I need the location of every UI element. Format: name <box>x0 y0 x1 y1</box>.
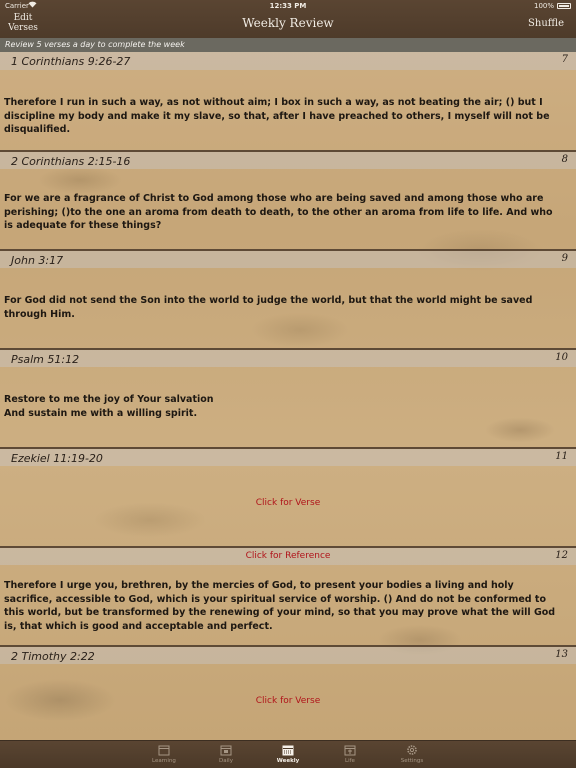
verse-card[interactable]: Psalm 51:12 10 Restore to me the joy of … <box>0 349 576 448</box>
tab-label: Learning <box>152 758 176 764</box>
verse-number: 9 <box>561 253 568 264</box>
verse-number: 10 <box>555 352 568 363</box>
verse-number: 7 <box>561 54 568 65</box>
verse-reference: Psalm 51:12 <box>11 353 80 366</box>
tab-learning[interactable]: Learning <box>144 744 184 764</box>
tab-label: Settings <box>400 758 424 764</box>
gear-icon <box>407 745 417 755</box>
verse-text: For we are a fragrance of Christ to God … <box>4 193 553 231</box>
verse-reference: John 3:17 <box>11 254 64 267</box>
click-for-verse-button[interactable]: Click for Verse <box>0 696 576 706</box>
shuffle-button[interactable]: Shuffle <box>528 18 564 29</box>
calendar-week-icon <box>282 745 294 756</box>
verse-number: 11 <box>555 451 568 462</box>
tab-weekly[interactable]: Weekly <box>268 744 308 764</box>
navigation-bar: Carrier 12:33 PM 100% Edit Verses Weekly… <box>0 0 576 38</box>
page-title: Weekly Review <box>242 16 334 30</box>
verse-reference: 1 Corinthians 9:26-27 <box>11 55 131 68</box>
battery-percent: 100% <box>533 2 554 10</box>
verse-reference: 2 Corinthians 2:15-16 <box>11 155 131 168</box>
click-for-verse-button[interactable]: Click for Verse <box>0 498 576 508</box>
app-window: Carrier 12:33 PM 100% Edit Verses Weekly… <box>0 0 576 768</box>
tab-daily[interactable]: Daily <box>206 744 246 764</box>
battery-icon <box>557 3 571 9</box>
calendar-icon <box>158 745 170 756</box>
tab-label: Daily <box>219 758 233 764</box>
tab-settings[interactable]: Settings <box>392 744 432 764</box>
verse-card-header: Ezekiel 11:19-20 11 <box>0 448 576 466</box>
verse-text: For God did not send the Son into the wo… <box>4 295 533 320</box>
status-time: 12:33 PM <box>269 2 307 10</box>
calendar-day-icon <box>220 745 232 756</box>
tab-bar: Learning Daily Weekly Life Settings <box>0 740 576 768</box>
verse-number: 8 <box>561 154 568 165</box>
verse-card[interactable]: 1 Corinthians 9:26-27 7 Therefore I run … <box>0 52 576 151</box>
status-bar: Carrier 12:33 PM 100% <box>0 0 576 12</box>
instructions-banner: Review 5 verses a day to complete the we… <box>0 38 576 52</box>
click-for-reference-button[interactable]: Click for Reference <box>0 551 576 561</box>
verse-reference: Ezekiel 11:19-20 <box>11 452 103 465</box>
verse-reference: 2 Timothy 2:22 <box>11 650 95 663</box>
verse-list[interactable]: 1 Corinthians 9:26-27 7 Therefore I run … <box>0 52 576 740</box>
verse-text: Therefore I urge you, brethren, by the m… <box>4 580 556 632</box>
verse-text: Therefore I run in such a way, as not wi… <box>4 97 550 135</box>
verse-number: 13 <box>555 649 568 660</box>
verse-card-header: Click for Reference 12 <box>0 547 576 565</box>
verse-number: 12 <box>555 550 568 561</box>
calendar-life-icon <box>344 745 356 756</box>
tab-label: Life <box>345 758 355 764</box>
verse-card-header: 2 Timothy 2:22 13 <box>0 646 576 664</box>
verse-card[interactable]: Ezekiel 11:19-20 11 Click for Verse <box>0 448 576 547</box>
tab-life[interactable]: Life <box>330 744 370 764</box>
verse-card[interactable]: 2 Corinthians 2:15-16 8 For we are a fra… <box>0 151 576 250</box>
verse-card-header: 1 Corinthians 9:26-27 7 <box>0 52 576 70</box>
verse-text: Restore to me the joy of Your salvation … <box>4 394 214 419</box>
verse-card[interactable]: John 3:17 9 For God did not send the Son… <box>0 250 576 349</box>
verse-card[interactable]: Click for Reference 12 Therefore I urge … <box>0 547 576 646</box>
verse-card[interactable]: 2 Timothy 2:22 13 Click for Verse <box>0 646 576 745</box>
verse-card-header: Psalm 51:12 10 <box>0 349 576 367</box>
verse-card-header: 2 Corinthians 2:15-16 8 <box>0 151 576 169</box>
verse-card-header: John 3:17 9 <box>0 250 576 268</box>
tab-label: Weekly <box>276 758 300 764</box>
